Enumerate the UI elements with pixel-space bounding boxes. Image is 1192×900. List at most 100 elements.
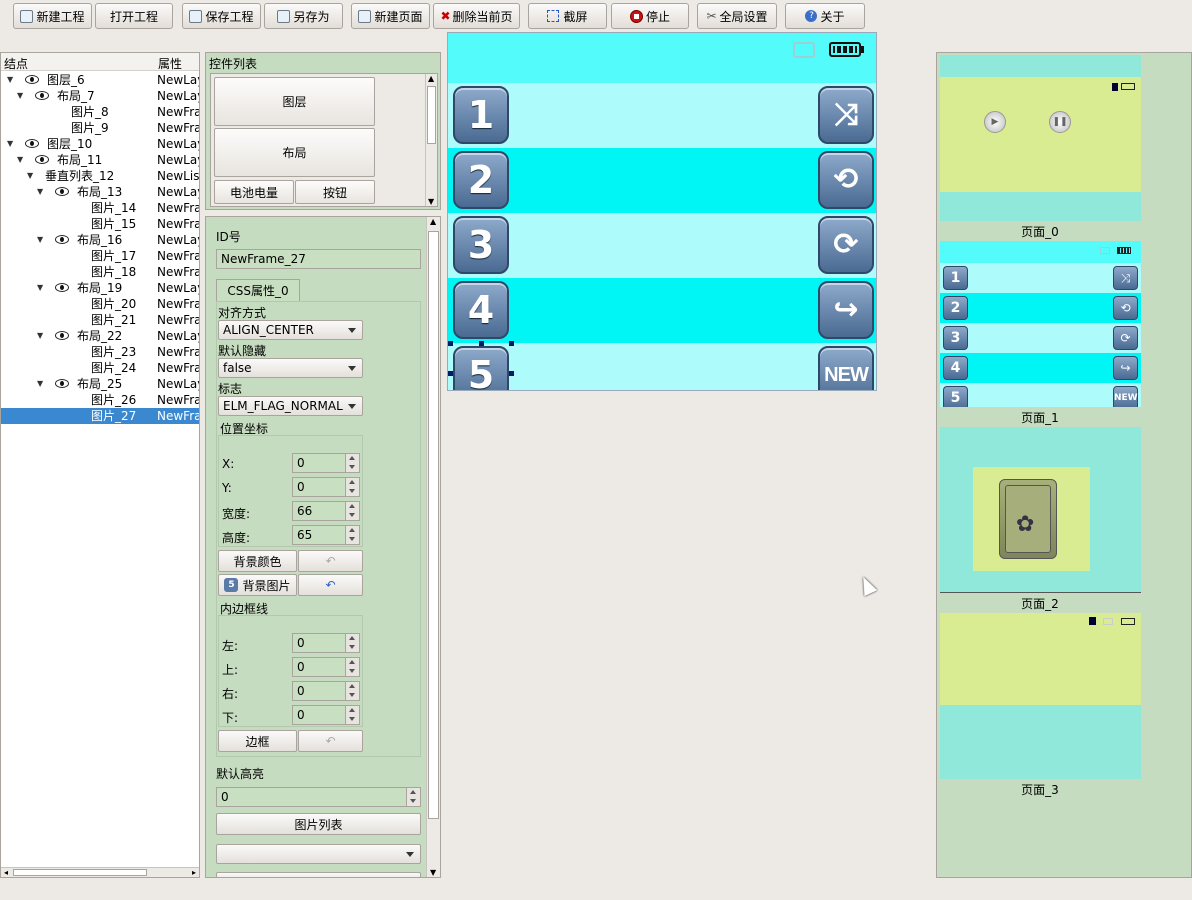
number-button[interactable]: 2 [453,151,509,209]
flag-select[interactable]: ELM_FLAG_NORMAL [218,396,363,416]
more-button-partial[interactable] [216,872,421,877]
phone-list-row[interactable]: 4 ↪ [448,278,876,343]
expand-arrow-icon[interactable]: ▼ [7,136,17,152]
padding-bottom-spinbox[interactable]: 0 [292,705,360,725]
expand-arrow-icon[interactable]: ▼ [17,88,27,104]
highlight-spinbox[interactable]: 0 [216,787,421,807]
y-spinbox[interactable]: 0 [292,477,360,497]
about-button[interactable]: ? 关于 [785,3,865,29]
new-project-button[interactable]: 新建工程 [13,3,92,29]
tree-horizontal-scrollbar[interactable]: ◂ ▸ [1,867,199,877]
tree-row[interactable]: 图片_23 NewFra [1,344,199,360]
tree-row[interactable]: ▼ 布局_13 NewLay [1,184,199,200]
phone-list-row[interactable]: 5 NEW [448,343,876,390]
mode-icon[interactable]: ⤨ [818,86,874,144]
spin-arrows-icon[interactable] [345,502,359,520]
spin-arrows-icon[interactable] [345,478,359,496]
tree-col-attr[interactable]: 属性 [158,55,182,72]
page-thumb-0[interactable]: ▶ ❚❚ [940,55,1141,221]
phone-list-row[interactable]: 3 ⟳ [448,213,876,278]
tree-row[interactable]: 图片_15 NewFra [1,216,199,232]
widget-layer-button[interactable]: 图层 [214,77,375,126]
expand-arrow-icon[interactable]: ▼ [7,72,17,88]
screenshot-button[interactable]: 截屏 [528,3,607,29]
mode-icon[interactable]: ⟲ [818,151,874,209]
spin-arrows-icon[interactable] [345,526,359,544]
widget-battery-button[interactable]: 电池电量 [214,180,294,204]
open-project-button[interactable]: 打开工程 [95,3,173,29]
tree-row[interactable]: 图片_8 NewFra [1,104,199,120]
spin-arrows-icon[interactable] [345,682,359,700]
expand-arrow-icon[interactable]: ▼ [17,152,27,168]
page-thumb-1[interactable]: 1 ⤨ 2 ⟲ 3 ⟳ 4 ↪ 5 NEW [940,241,1141,407]
mode-icon[interactable]: ⟳ [818,216,874,274]
tree-row[interactable]: 图片_14 NewFra [1,200,199,216]
expand-arrow-icon[interactable]: ▼ [37,376,47,392]
tree-row[interactable]: 图片_21 NewFra [1,312,199,328]
page-thumb-2[interactable]: ✿ [940,427,1141,593]
tree-row[interactable]: ▼ 布局_22 NewLay [1,328,199,344]
id-field[interactable]: NewFrame_27 [216,249,421,269]
property-scrollbar[interactable]: ▲ ▼ [426,217,440,877]
align-select[interactable]: ALIGN_CENTER [218,320,363,340]
tree-row[interactable]: 图片_20 NewFra [1,296,199,312]
tree-row[interactable]: ▼ 布局_25 NewLay [1,376,199,392]
border-button[interactable]: 边框 [218,730,297,752]
selection-handle[interactable] [448,371,453,376]
padding-right-spinbox[interactable]: 0 [292,681,360,701]
eye-icon[interactable] [55,283,69,292]
selection-handle[interactable] [479,341,484,346]
widget-button-button[interactable]: 按钮 [295,180,375,204]
number-button[interactable]: 3 [453,216,509,274]
bg-image-button[interactable]: 5 背景图片 [218,574,297,596]
x-spinbox[interactable]: 0 [292,453,360,473]
bg-image-clear-button[interactable]: ↶ [298,574,363,596]
hidden-select[interactable]: false [218,358,363,378]
page-thumb-3[interactable] [940,613,1141,779]
tree-col-node[interactable]: 结点 [4,55,28,72]
height-spinbox[interactable]: 65 [292,525,360,545]
tree-row[interactable]: 图片_24 NewFra [1,360,199,376]
padding-top-spinbox[interactable]: 0 [292,657,360,677]
selection-handle[interactable] [509,341,514,346]
delete-page-button[interactable]: ✖ 删除当前页 [433,3,520,29]
phone-list-row[interactable]: 1 ⤨ [448,83,876,148]
eye-icon[interactable] [55,379,69,388]
tree-row[interactable]: 图片_17 NewFra [1,248,199,264]
eye-icon[interactable] [55,235,69,244]
tree-row[interactable]: ▼ 布局_19 NewLay [1,280,199,296]
image-list-button[interactable]: 图片列表 [216,813,421,835]
expand-arrow-icon[interactable]: ▼ [37,280,47,296]
bg-color-clear-button[interactable]: ↶ [298,550,363,572]
tree-row[interactable]: 图片_26 NewFra [1,392,199,408]
expand-arrow-icon[interactable]: ▼ [37,232,47,248]
eye-icon[interactable] [25,139,39,148]
eye-icon[interactable] [35,155,49,164]
image-select[interactable] [216,844,421,864]
selection-handle[interactable] [448,341,453,346]
eye-icon[interactable] [35,91,49,100]
number-button[interactable]: 5 [453,346,509,390]
spin-arrows-icon[interactable] [406,788,420,806]
widget-layout-button[interactable]: 布局 [214,128,375,177]
stop-button[interactable]: 停止 [611,3,689,29]
new-icon[interactable]: NEW [818,346,874,390]
save-as-button[interactable]: 另存为 [264,3,343,29]
number-button[interactable]: 1 [453,86,509,144]
eye-icon[interactable] [55,187,69,196]
eye-icon[interactable] [55,331,69,340]
new-page-button[interactable]: 新建页面 [351,3,430,29]
tree-row[interactable]: ▼ 垂直列表_12 NewLis [1,168,199,184]
widget-list-scrollbar[interactable]: ▲ ▼ [425,74,437,206]
tree-row[interactable]: ▼ 布局_11 NewLay [1,152,199,168]
expand-arrow-icon[interactable]: ▼ [37,184,47,200]
padding-left-spinbox[interactable]: 0 [292,633,360,653]
spin-arrows-icon[interactable] [345,634,359,652]
phone-preview[interactable]: 1 ⤨ 2 ⟲ 3 ⟳ 4 ↪ 5 NEW [447,32,877,391]
mode-icon[interactable]: ↪ [818,281,874,339]
spin-arrows-icon[interactable] [345,706,359,724]
selection-handle[interactable] [509,371,514,376]
tree-row[interactable]: ▼ 布局_7 NewLay [1,88,199,104]
tree-row[interactable]: ▼ 图层_10 NewLay [1,136,199,152]
border-clear-button[interactable]: ↶ [298,730,363,752]
